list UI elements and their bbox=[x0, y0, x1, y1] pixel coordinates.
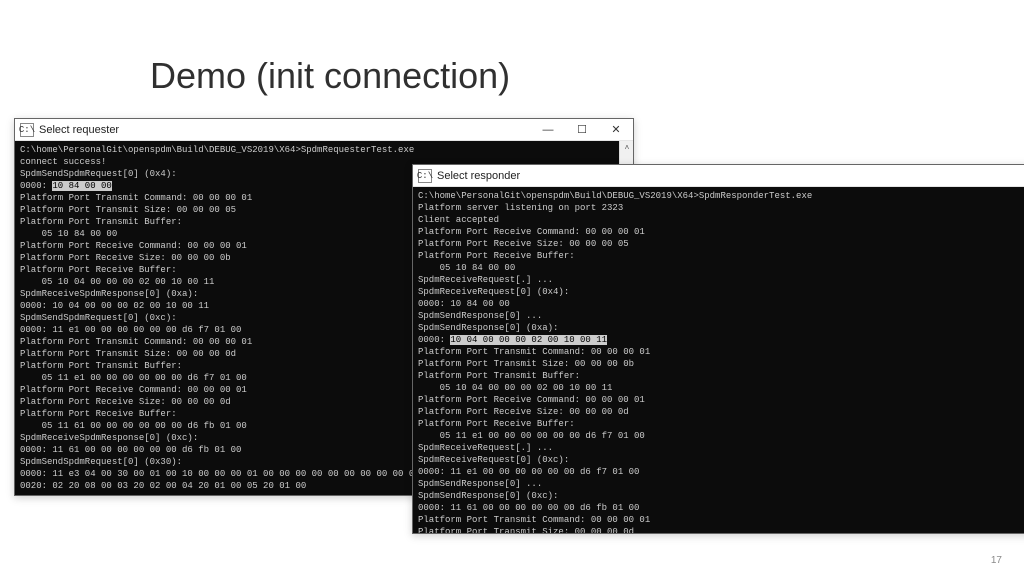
responder-console[interactable]: C:\home\PersonalGit\openspdm\Build\DEBUG… bbox=[413, 187, 1024, 533]
console-line: SpdmReceiveRequest[0] (0x4): bbox=[418, 287, 569, 297]
console-line: 05 10 84 00 00 bbox=[20, 229, 117, 239]
console-line: 05 11 61 00 00 00 00 00 00 d6 fb 01 00 bbox=[20, 421, 247, 431]
console-line: Platform Port Receive Command: 00 00 00 … bbox=[418, 395, 645, 405]
console-line: Platform Port Receive Buffer: bbox=[20, 265, 177, 275]
console-line: SpdmReceiveRequest[0] (0xc): bbox=[418, 455, 569, 465]
console-line: Platform Port Transmit Size: 00 00 00 0d bbox=[418, 527, 634, 533]
console-line: 0000: bbox=[418, 335, 450, 345]
page-number: 17 bbox=[991, 555, 1002, 566]
console-line: Platform Port Receive Command: 00 00 00 … bbox=[418, 227, 645, 237]
console-line: 05 11 e1 00 00 00 00 00 00 d6 f7 01 00 bbox=[418, 431, 645, 441]
responder-title-text: Select responder bbox=[437, 170, 520, 182]
console-line: 0000: 10 84 00 00 bbox=[418, 299, 510, 309]
console-line: Platform Port Transmit Buffer: bbox=[20, 217, 182, 227]
console-line: Platform Port Receive Command: 00 00 00 … bbox=[20, 241, 247, 251]
minimize-button[interactable]: — bbox=[531, 119, 565, 141]
console-line: 0000: 11 e3 04 00 30 00 01 00 10 00 00 0… bbox=[20, 469, 420, 479]
maximize-button[interactable]: ☐ bbox=[565, 119, 599, 141]
console-line: 05 10 04 00 00 00 02 00 10 00 11 bbox=[418, 383, 612, 393]
console-line: C:\home\PersonalGit\openspdm\Build\DEBUG… bbox=[20, 145, 414, 155]
console-line: SpdmSendSpdmRequest[0] (0x4): bbox=[20, 169, 177, 179]
console-line: 0000: 10 04 00 00 00 02 00 10 00 11 bbox=[20, 301, 209, 311]
console-line: Platform Port Transmit Command: 00 00 00… bbox=[20, 193, 252, 203]
console-line: Platform Port Receive Buffer: bbox=[418, 419, 575, 429]
console-line: Platform Port Transmit Command: 00 00 00… bbox=[418, 515, 650, 525]
console-line: SpdmSendSpdmRequest[0] (0xc): bbox=[20, 313, 177, 323]
console-line: SpdmSendResponse[0] ... bbox=[418, 479, 542, 489]
console-line: Platform Port Receive Command: 00 00 00 … bbox=[20, 385, 247, 395]
console-line: 05 10 04 00 00 00 02 00 10 00 11 bbox=[20, 277, 214, 287]
console-line: 0000: 11 e1 00 00 00 00 00 00 d6 f7 01 0… bbox=[418, 467, 639, 477]
console-line: SpdmSendResponse[0] (0xa): bbox=[418, 323, 558, 333]
console-line: Platform Port Receive Buffer: bbox=[20, 409, 177, 419]
console-line: 05 10 84 00 00 bbox=[418, 263, 515, 273]
console-line: Platform Port Transmit Size: 00 00 00 0b bbox=[418, 359, 634, 369]
responder-window: C:\ Select responder — ☐ ✕ C:\home\Perso… bbox=[412, 164, 1024, 534]
console-line: SpdmSendResponse[0] ... bbox=[418, 311, 542, 321]
console-line: Platform Port Receive Buffer: bbox=[418, 251, 575, 261]
responder-titlebar[interactable]: C:\ Select responder — ☐ ✕ bbox=[413, 165, 1024, 187]
console-line: Platform Port Receive Size: 00 00 00 0d bbox=[20, 397, 231, 407]
console-line: SpdmReceiveRequest[.] ... bbox=[418, 275, 553, 285]
console-line: 0000: 11 61 00 00 00 00 00 00 d6 fb 01 0… bbox=[418, 503, 639, 513]
console-line: Platform server listening on port 2323 bbox=[418, 203, 623, 213]
console-line: Platform Port Transmit Size: 00 00 00 0d bbox=[20, 349, 236, 359]
console-line: 0000: 11 61 00 00 00 00 00 00 d6 fb 01 0… bbox=[20, 445, 241, 455]
console-line: 0020: 02 20 08 00 03 20 02 00 04 20 01 0… bbox=[20, 481, 306, 491]
console-line: 05 11 e1 00 00 00 00 00 00 d6 f7 01 00 bbox=[20, 373, 247, 383]
console-line: Platform Port Transmit Command: 00 00 00… bbox=[20, 337, 252, 347]
console-line: connect success! bbox=[20, 157, 106, 167]
console-line: SpdmSendResponse[0] (0xc): bbox=[418, 491, 558, 501]
console-line: C:\home\PersonalGit\openspdm\Build\DEBUG… bbox=[418, 191, 812, 201]
console-line: 0000: bbox=[20, 181, 52, 191]
console-line: Client accepted bbox=[418, 215, 499, 225]
console-line: SpdmSendSpdmRequest[0] (0x30): bbox=[20, 457, 182, 467]
console-line: Platform Port Transmit Size: 00 00 00 05 bbox=[20, 205, 236, 215]
console-line: Platform Port Receive Size: 00 00 00 0d bbox=[418, 407, 629, 417]
hex-highlight: 10 84 00 00 bbox=[52, 181, 111, 191]
console-line: Platform Port Transmit Command: 00 00 00… bbox=[418, 347, 650, 357]
console-icon: C:\ bbox=[20, 123, 34, 137]
scroll-up-icon[interactable]: ˄ bbox=[620, 141, 633, 155]
console-line: Platform Port Transmit Buffer: bbox=[418, 371, 580, 381]
console-line: Platform Port Receive Size: 00 00 00 0b bbox=[20, 253, 231, 263]
console-line: SpdmReceiveRequest[.] ... bbox=[418, 443, 553, 453]
console-line: Platform Port Transmit Buffer: bbox=[20, 361, 182, 371]
slide-title: Demo (init connection) bbox=[150, 55, 510, 97]
hex-highlight: 10 04 00 00 00 02 00 10 00 11 bbox=[450, 335, 607, 345]
console-line: Platform Port Receive Size: 00 00 00 05 bbox=[418, 239, 629, 249]
console-line: SpdmReceiveSpdmResponse[0] (0xa): bbox=[20, 289, 198, 299]
close-button[interactable]: ✕ bbox=[599, 119, 633, 141]
console-icon: C:\ bbox=[418, 169, 432, 183]
console-line: SpdmReceiveSpdmResponse[0] (0xc): bbox=[20, 433, 198, 443]
requester-titlebar[interactable]: C:\ Select requester — ☐ ✕ bbox=[15, 119, 633, 141]
requester-title-text: Select requester bbox=[39, 124, 119, 136]
console-line: 0000: 11 e1 00 00 00 00 00 00 d6 f7 01 0… bbox=[20, 325, 241, 335]
